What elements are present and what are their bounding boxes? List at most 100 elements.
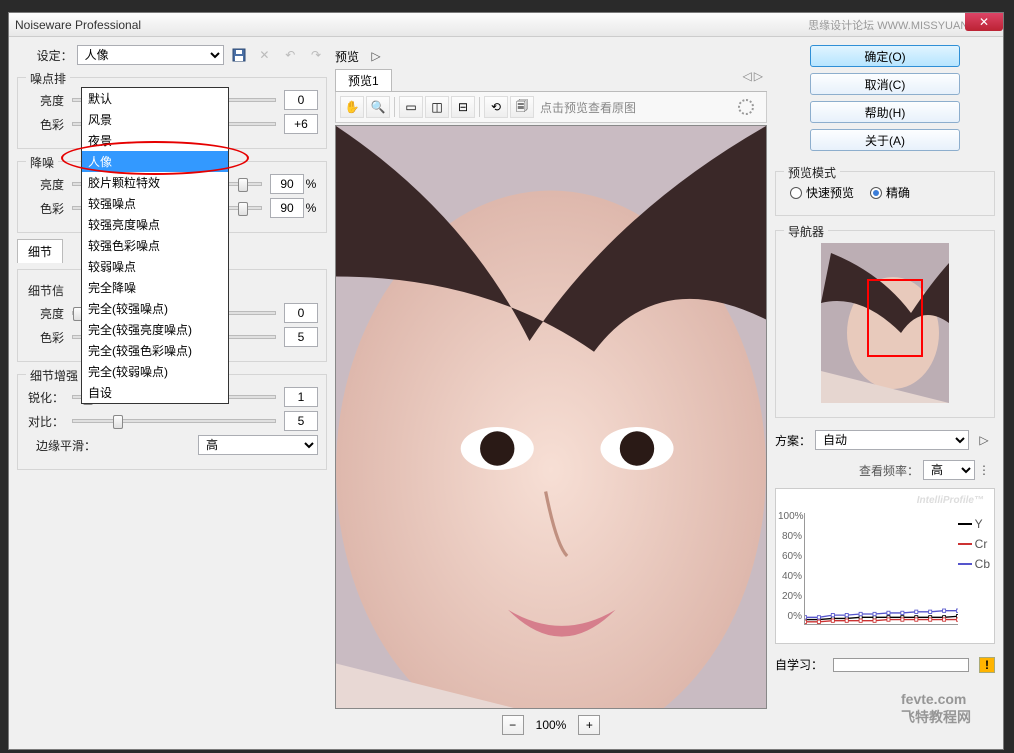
dropdown-item[interactable]: 较强色彩噪点 (82, 235, 228, 256)
navigator-title: 导航器 (784, 223, 828, 240)
dropdown-item[interactable]: 完全(较弱噪点) (82, 361, 228, 382)
dropdown-item[interactable]: 风景 (82, 109, 228, 130)
zoom-in-button[interactable]: + (578, 715, 600, 735)
freq-more-icon[interactable]: ⋮ (979, 460, 989, 480)
zoom-out-button[interactable]: − (502, 715, 524, 735)
dropdown-item[interactable]: 自设 (82, 382, 228, 403)
self-learn-progress (833, 658, 969, 672)
tab-detail[interactable]: 细节 (17, 239, 63, 263)
preview-toolbar: ✋ 🔍 ▭ ◫ ⊟ ⟲ 🗐 点击预览查看原图 (335, 92, 767, 123)
zoom-value: 100% (530, 718, 573, 732)
app-window: Noiseware Professional 思缘设计论坛 WWW.MISSYU… (8, 12, 1004, 750)
radio-fast-dot (790, 187, 802, 199)
save-icon[interactable] (228, 45, 250, 65)
detail-chroma-value[interactable]: 5 (284, 327, 318, 347)
scheme-label: 方案： (775, 432, 811, 449)
dropdown-item[interactable]: 人像 (82, 151, 228, 172)
navigator-group: 导航器 (775, 230, 995, 418)
lum-value[interactable]: 0 (284, 90, 318, 110)
ok-button[interactable]: 确定(O) (810, 45, 960, 67)
redo-icon[interactable]: ↷ (305, 45, 327, 65)
single-view-icon[interactable]: ▭ (399, 96, 423, 118)
radio-accurate[interactable]: 精确 (870, 184, 910, 201)
preview-image[interactable] (335, 125, 767, 709)
help-button[interactable]: 帮助(H) (810, 101, 960, 123)
settings-label: 设定： (17, 47, 73, 64)
graph-plot-area (804, 513, 958, 625)
denoise-lum-label: 亮度 (26, 176, 64, 193)
freq-label: 查看频率： (859, 462, 919, 479)
preview-tab-1[interactable]: 预览1 (335, 69, 392, 91)
hand-tool-icon[interactable]: ✋ (340, 96, 364, 118)
denoise-chroma-value[interactable]: 90 (270, 198, 304, 218)
dropdown-item[interactable]: 完全(较强噪点) (82, 298, 228, 319)
split-h-icon[interactable]: ◫ (425, 96, 449, 118)
detail-protect-label: 细节信 (26, 282, 64, 299)
settings-combo[interactable]: 人像 (77, 45, 224, 65)
zoom-tool-icon[interactable]: 🔍 (366, 96, 390, 118)
dropdown-item[interactable]: 完全降噪 (82, 277, 228, 298)
self-learn-label: 自学习： (775, 656, 823, 673)
sharpen-value[interactable]: 1 (284, 387, 318, 407)
denoise-chroma-label: 色彩 (26, 200, 64, 217)
edge-label: 边缘平滑： (26, 437, 96, 454)
close-button[interactable]: ✕ (965, 13, 1003, 31)
dropdown-item[interactable]: 较强噪点 (82, 193, 228, 214)
left-panel: 设定： 人像 ✕ ↶ ↷ 噪点排 亮度 0 (17, 45, 327, 741)
preview-mode-title: 预览模式 (784, 164, 840, 181)
dropdown-item[interactable]: 完全(较强色彩噪点) (82, 340, 228, 361)
graph-watermark: IntelliProfile™ (917, 495, 984, 506)
radio-accurate-dot (870, 187, 882, 199)
preview-panel: 预览 ▷ 预览1 ◁ ▷ ✋ 🔍 ▭ ◫ ⊟ ⟲ 🗐 点击预览查看原 (335, 45, 767, 741)
graph-legend: Y Cr Cb (958, 517, 990, 577)
dropdown-item[interactable]: 胶片颗粒特效 (82, 172, 228, 193)
busy-spinner-icon (738, 99, 754, 115)
enhance-title: 细节增强 (26, 367, 82, 384)
dropdown-item[interactable]: 完全(较强亮度噪点) (82, 319, 228, 340)
warning-icon[interactable]: ! (979, 657, 995, 673)
preview-label: 预览 (335, 48, 359, 65)
play-icon[interactable]: ▷ (365, 46, 387, 66)
split-v-icon[interactable]: ⊟ (451, 96, 475, 118)
zoom-bar: − 100% + (335, 709, 767, 741)
pct-1: % (304, 177, 318, 191)
navigator-viewport-rect[interactable] (867, 279, 923, 357)
chroma-value[interactable]: +6 (284, 114, 318, 134)
about-button[interactable]: 关于(A) (810, 129, 960, 151)
detail-lum-value[interactable]: 0 (284, 303, 318, 323)
dropdown-item[interactable]: 夜景 (82, 130, 228, 151)
denoise-title: 降噪 (26, 154, 58, 171)
dropdown-item[interactable]: 较强亮度噪点 (82, 214, 228, 235)
scheme-play-icon[interactable]: ▷ (973, 430, 995, 450)
bracket-icon[interactable]: ⟲ (484, 96, 508, 118)
prev-tab-icon[interactable]: ◁ (743, 69, 752, 91)
contrast-label: 对比： (26, 413, 64, 430)
denoise-lum-value[interactable]: 90 (270, 174, 304, 194)
preview-hint: 点击预览查看原图 (540, 99, 636, 116)
radio-fast[interactable]: 快速预览 (790, 184, 854, 201)
titlebar: Noiseware Professional 思缘设计论坛 WWW.MISSYU… (9, 13, 1003, 37)
contrast-value[interactable]: 5 (284, 411, 318, 431)
noise-level-title: 噪点排 (26, 70, 70, 87)
copy-icon[interactable]: 🗐 (510, 96, 534, 118)
window-title: Noiseware Professional (15, 18, 141, 32)
edge-combo[interactable]: 高 (198, 435, 318, 455)
navigator-thumbnail[interactable] (821, 243, 949, 403)
delete-icon[interactable]: ✕ (253, 45, 275, 65)
self-learn-row: 自学习： ! (775, 656, 995, 673)
detail-chroma-label: 色彩 (26, 329, 64, 346)
intelliprofile-graph: IntelliProfile™ 100% 80% 60% 40% 20% 0% … (775, 488, 995, 644)
dropdown-item[interactable]: 较弱噪点 (82, 256, 228, 277)
contrast-slider[interactable] (72, 419, 276, 423)
right-panel: 确定(O) 取消(C) 帮助(H) 关于(A) 预览模式 快速预览 精确 (775, 45, 995, 741)
dropdown-item[interactable]: 默认 (82, 88, 228, 109)
scheme-combo[interactable]: 自动 (815, 430, 969, 450)
settings-dropdown[interactable]: 默认风景夜景人像胶片颗粒特效较强噪点较强亮度噪点较强色彩噪点较弱噪点完全降噪完全… (81, 87, 229, 404)
chroma-label: 色彩 (26, 116, 64, 133)
next-tab-icon[interactable]: ▷ (754, 69, 763, 91)
freq-combo[interactable]: 高 (923, 460, 975, 480)
pct-2: % (304, 201, 318, 215)
cancel-button[interactable]: 取消(C) (810, 73, 960, 95)
undo-icon[interactable]: ↶ (279, 45, 301, 65)
preview-mode-group: 预览模式 快速预览 精确 (775, 171, 995, 216)
